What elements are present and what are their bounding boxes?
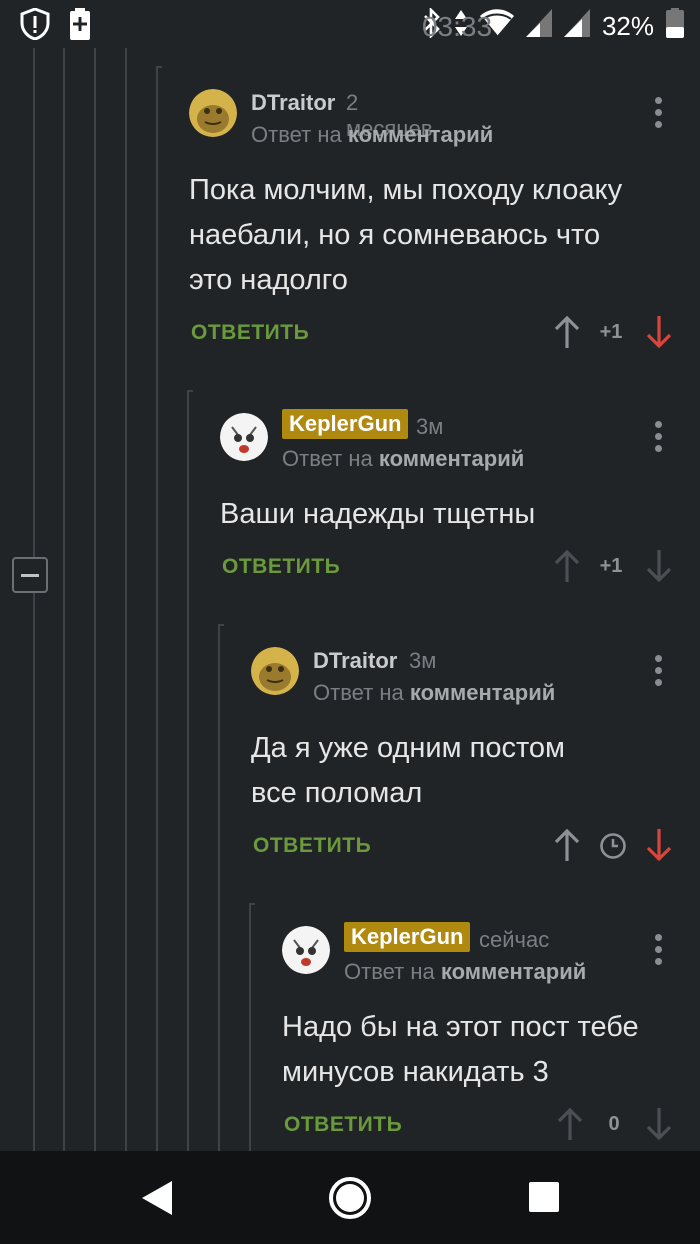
thread-line (33, 593, 35, 1151)
comment-text-line: Да я уже одним постом (251, 732, 565, 764)
comment-text-line: Надо бы на этот пост тебе (282, 1011, 639, 1043)
clock-icon (600, 833, 626, 859)
reply-button[interactable]: ОТВЕТИТЬ (191, 321, 309, 345)
thread-connector (218, 624, 224, 626)
thread-line (187, 390, 189, 1151)
nav-recents-icon[interactable] (529, 1182, 559, 1212)
avatar[interactable] (282, 926, 330, 974)
more-vert-icon[interactable] (655, 421, 663, 453)
more-vert-icon[interactable] (655, 97, 663, 129)
downvote-arrow-icon[interactable] (645, 549, 673, 583)
thread-line (249, 903, 251, 1151)
comment-text-line: минусов накидать 3 (282, 1056, 549, 1088)
reply-button[interactable]: ОТВЕТИТЬ (222, 555, 340, 579)
comment-text: Ваши надежды тщетны (220, 492, 535, 537)
thread-line (33, 48, 35, 557)
reply-to-line: Ответ на комментарий (251, 122, 493, 148)
upvote-arrow-icon[interactable] (553, 828, 581, 862)
more-vert-icon[interactable] (655, 655, 663, 687)
rating-value: +1 (599, 321, 623, 343)
comment-text: Пока молчим, мы походу клоаку наебали, н… (189, 168, 622, 303)
alert-shield-icon (20, 7, 50, 45)
downvote-arrow-icon[interactable] (645, 828, 673, 862)
navigation-bar (0, 1151, 700, 1244)
signal-icon (525, 9, 552, 44)
avatar[interactable] (251, 647, 299, 695)
thread-line (218, 624, 220, 1151)
upvote-arrow-icon[interactable] (556, 1107, 584, 1141)
reply-to-link[interactable]: комментарий (441, 959, 586, 984)
thread-line (125, 48, 127, 1151)
reply-to-prefix: Ответ на (344, 959, 435, 984)
thread-connector (156, 66, 162, 68)
comment-author[interactable]: KeplerGun (282, 409, 409, 439)
upvote-arrow-icon[interactable] (553, 315, 581, 349)
comment-time: 3м (416, 414, 444, 439)
signal-icon (563, 9, 590, 44)
thread-line (94, 48, 96, 1151)
reply-to-prefix: Ответ на (251, 122, 342, 147)
comment-time: сейчас (479, 927, 550, 952)
comment-text-line: это надолго (189, 264, 348, 296)
comment-author[interactable]: DTraitor (313, 648, 397, 674)
rating-value: +1 (599, 555, 623, 577)
comment-text-line: Пока молчим, мы походу клоаку (189, 174, 623, 206)
reply-button[interactable]: ОТВЕТИТЬ (253, 834, 371, 858)
reply-button[interactable]: ОТВЕТИТЬ (284, 1113, 402, 1137)
thread-connector (187, 390, 193, 392)
reply-to-line: Ответ на комментарий (313, 680, 555, 706)
thread-line (63, 48, 65, 1151)
comment-author[interactable]: DTraitor (251, 90, 335, 116)
collapse-thread-button[interactable] (12, 557, 48, 593)
reply-to-line: Ответ на комментарий (344, 959, 586, 985)
reply-to-prefix: Ответ на (313, 680, 404, 705)
comment-text-line: Ваши надежды тщетны (220, 498, 536, 530)
reply-to-prefix: Ответ на (282, 446, 373, 471)
reply-to-link[interactable]: комментарий (379, 446, 524, 471)
reply-to-link[interactable]: комментарий (410, 680, 555, 705)
reply-to-link[interactable]: комментарий (348, 122, 493, 147)
comment-text: Да я уже одним постом все поломал (251, 726, 565, 816)
upvote-arrow-icon[interactable] (553, 549, 581, 583)
reply-to-line: Ответ на комментарий (282, 446, 524, 472)
downvote-arrow-icon[interactable] (645, 315, 673, 349)
clock-time: 03:33 (421, 10, 493, 42)
more-vert-icon[interactable] (655, 934, 663, 966)
avatar[interactable] (220, 413, 268, 461)
thread-connector (249, 903, 255, 905)
battery-percent: 32% (601, 11, 654, 41)
status-bar: 32% 03:33 (0, 0, 700, 48)
nav-home-icon[interactable] (328, 1176, 372, 1220)
downvote-arrow-icon[interactable] (645, 1107, 673, 1141)
nav-back-icon[interactable] (138, 1179, 174, 1217)
comment-text-line: наебали, но я сомневаюсь что (189, 219, 601, 251)
rating-value: 0 (608, 1113, 620, 1135)
avatar[interactable] (189, 89, 237, 137)
comment-author[interactable]: KeplerGun (344, 922, 471, 952)
comment-text-line: все поломал (251, 777, 423, 809)
thread-line (156, 66, 158, 1151)
comment-text: Надо бы на этот пост тебе минусов накида… (282, 1005, 639, 1095)
battery-saver-icon (68, 8, 92, 45)
comment-time: 3м (409, 648, 437, 673)
battery-icon (666, 8, 684, 45)
